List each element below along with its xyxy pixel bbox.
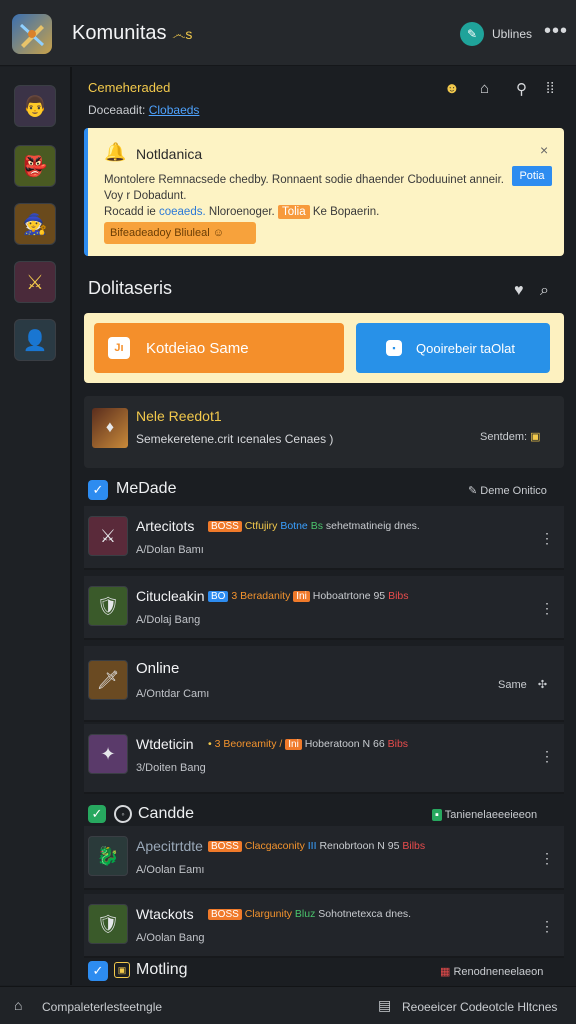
row-subtitle: 3/Doiten Bang (136, 762, 206, 774)
notification-button[interactable]: Potia (512, 166, 552, 186)
group-title: Motling (136, 961, 188, 978)
kebab-icon[interactable]: ⋮ (540, 600, 554, 617)
group-checkbox[interactable]: ✓ (88, 961, 108, 981)
sidebar-avatar-3[interactable]: 🧙 (14, 203, 56, 245)
section-link[interactable]: Clobaeds (149, 103, 200, 117)
kebab-icon[interactable]: ⋮ (540, 748, 554, 765)
group-checkbox[interactable]: ✓ (88, 805, 106, 823)
group-action[interactable]: ▪ Tanienelaeeeieeon (432, 809, 537, 821)
more-icon[interactable]: ••• (544, 20, 568, 43)
emoji-icon[interactable]: ☻ (444, 80, 460, 97)
group-action[interactable]: ✎ Deme Onitico (468, 484, 547, 497)
group-action-icon: ▪ (432, 809, 442, 821)
row-meta: BOSS Clargunity Bluz Sohotnetexca dnes. (208, 908, 411, 920)
row-thumb: 🛡 (88, 904, 128, 944)
group-title: MeDade (116, 480, 177, 497)
bottom-bar: ⌂ Compaleterlesteetngle ▤ Reoeeicer Code… (0, 986, 576, 1024)
kebab-icon[interactable]: ⋮ (540, 530, 554, 547)
row-thumb: 🗡 (88, 660, 128, 700)
bottom-right-label[interactable]: Reoeeicer Codeotcle Hltcnes (402, 1000, 557, 1014)
list-row[interactable]: 🐉 Apecitrtdte BOSS Clacgaconity III Reno… (84, 826, 564, 890)
row-subtitle: A/Dolaj Bang (136, 614, 201, 626)
notification-link[interactable]: coeaeds. (159, 206, 206, 218)
title-badge: ෴s (172, 26, 193, 42)
sidebar-avatar-5[interactable]: 👤 (14, 319, 56, 361)
list-row[interactable]: ✦ Wtdeticin • 3 Beoreamity / Ini Hoberat… (84, 724, 564, 794)
row-title: Online (136, 660, 180, 677)
group-circle-icon: ◦ (114, 805, 132, 823)
group-title: Candde (138, 805, 195, 822)
section-title: Cemeheraded (88, 80, 171, 95)
row-thumb: 🛡 (88, 586, 128, 626)
status-label[interactable]: Ublines (492, 27, 532, 41)
row-title: Apecitrtdte (136, 838, 203, 854)
action-panel: Jı Kotdeiao Same ▪ Qooirebeir taOlat (84, 313, 564, 383)
primary-action-button[interactable]: Jı Kotdeiao Same (94, 323, 344, 373)
list-row[interactable]: 🛡 Wtackots BOSS Clargunity Bluz Sohotnet… (84, 894, 564, 958)
grid-icon[interactable]: ⁞⁞ (546, 80, 554, 97)
sidebar: 👨 👺 🧙 ⚔ 👤 (0, 67, 72, 985)
row-right[interactable]: Same ✣ (498, 678, 547, 691)
sidebar-avatar-2[interactable]: 👺 (14, 145, 56, 187)
notification-pill[interactable]: Bifeadeadoy Bliuleal ☺ (104, 222, 256, 244)
list-row[interactable]: 🗡 Online A/Ontdar Camı Same ✣ (84, 646, 564, 722)
row-title: Citucleakin (136, 588, 205, 604)
row-thumb: ⚔ (88, 516, 128, 556)
app-logo-icon[interactable] (12, 14, 52, 54)
group-square-icon: ▣ (114, 962, 130, 978)
sidebar-avatar-1[interactable]: 👨 (14, 85, 56, 127)
top-bar: Komunitas ෴s ✎ Ublines ••• (0, 0, 576, 66)
kebab-icon[interactable]: ⋮ (540, 918, 554, 935)
group-action[interactable]: ▦ Renodneneelaeon (440, 965, 543, 978)
section-subtitle: Doceaadit: Clobaeds (88, 103, 200, 117)
row-thumb: ✦ (88, 734, 128, 774)
notification-tag: Tolia (277, 205, 310, 219)
featured-title: Nele Reedot1 (136, 408, 222, 424)
row-subtitle: A/Ontdar Camı (136, 688, 210, 700)
secondary-action-button[interactable]: ▪ Qooirebeir taOlat (356, 323, 550, 373)
group-checkbox[interactable]: ✓ (88, 480, 108, 500)
notification-title: Notldanica (136, 146, 203, 162)
status-icon[interactable]: ✎ (460, 22, 484, 46)
featured-right[interactable]: Sentdem: ▣ (480, 430, 541, 443)
calendar-icon: ▦ (440, 966, 451, 978)
notification-card: 🔔 Notldanica × Montolere Remnacsede ched… (84, 128, 564, 256)
home-icon[interactable]: ⌂ (14, 997, 22, 1013)
pin-icon[interactable]: ⚲ (516, 80, 527, 98)
home-icon[interactable]: ⌂ (480, 80, 489, 97)
row-meta: BO 3 Beradanity Ini Hoboatrtone 95 Bibs (208, 590, 409, 602)
featured-card[interactable]: ♦ Nele Reedot1 Semekeretene.crit ıcenale… (84, 396, 564, 468)
bell-icon: 🔔 (104, 142, 127, 162)
list-row[interactable]: 🛡 Citucleakin BO 3 Beradanity Ini Hoboat… (84, 576, 564, 640)
row-meta: • 3 Beoreamity / Ini Hoberatoon N 66 Bib… (208, 738, 409, 750)
featured-thumb: ♦ (92, 408, 128, 448)
primary-button-icon: Jı (108, 337, 130, 359)
row-meta: BOSS Ctfujiry Botne Bs sehetmatineig dne… (208, 520, 420, 532)
row-meta: BOSS Clacgaconity III Renobrtoon N 95 Bi… (208, 840, 425, 852)
row-title: Artecitots (136, 518, 195, 534)
discover-title: Dolitaseris (88, 278, 173, 298)
row-title: Wtackots (136, 906, 194, 922)
document-icon[interactable]: ▤ (378, 997, 391, 1014)
sidebar-avatar-4[interactable]: ⚔ (14, 261, 56, 303)
edit-icon: ✎ (468, 485, 478, 497)
chat-icon: ▪ (386, 340, 402, 356)
list-row[interactable]: ⚔ Artecitots BOSS Ctfujiry Botne Bs sehe… (84, 506, 564, 570)
row-subtitle: A/Dolan Bamı (136, 544, 204, 556)
close-icon[interactable]: × (540, 142, 548, 158)
expand-icon: ✣ (537, 679, 548, 691)
bottom-left-label[interactable]: Compaleterlesteetngle (42, 1000, 162, 1014)
search-icon[interactable]: ⌕ (540, 282, 549, 300)
box-icon: ▣ (530, 431, 541, 443)
app-title: Komunitas ෴s (72, 22, 193, 44)
row-subtitle: A/Oolan Eamı (136, 864, 205, 876)
row-thumb: 🐉 (88, 836, 128, 876)
smile-icon: ☺ (212, 227, 224, 239)
row-subtitle: A/Oolan Bang (136, 932, 205, 944)
notification-body: Montolere Remnacsede chedby. Ronnaent so… (104, 174, 505, 219)
kebab-icon[interactable]: ⋮ (540, 850, 554, 867)
heart-icon[interactable]: ♥ (514, 282, 524, 300)
featured-subtitle: Semekeretene.crit ıcenales Cenaes ) (136, 432, 334, 446)
row-title: Wtdeticin (136, 736, 194, 752)
